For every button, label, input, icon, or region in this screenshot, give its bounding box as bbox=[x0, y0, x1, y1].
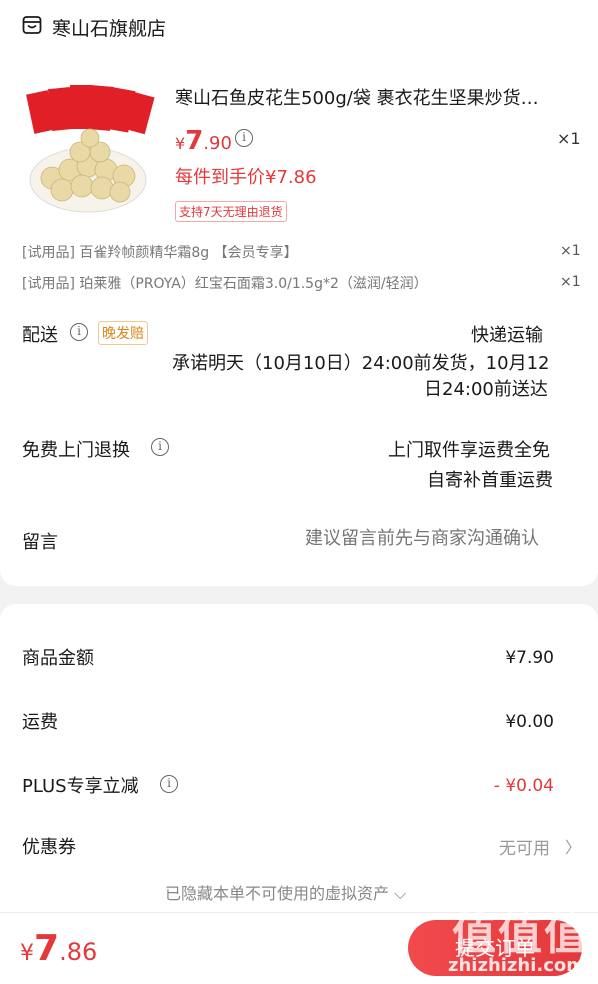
return-policy-badge: 支持7天无理由退货 bbox=[175, 201, 287, 222]
shop-name[interactable]: 寒山石旗舰店 bbox=[52, 14, 166, 41]
watermark-logo: 值值值 bbox=[452, 909, 590, 960]
plus-info-icon[interactable]: i bbox=[160, 775, 178, 793]
shipping-info-icon[interactable]: i bbox=[70, 323, 88, 341]
price-integer: 7 bbox=[185, 126, 204, 156]
total-integer: 7 bbox=[34, 928, 60, 969]
price-decimal: .90 bbox=[203, 133, 232, 154]
product-image[interactable] bbox=[22, 80, 158, 220]
shipping-method[interactable]: 快递运输 bbox=[471, 321, 543, 347]
shipping-promise-cont: 日24:00前送达 bbox=[424, 379, 548, 400]
store-icon bbox=[22, 16, 42, 34]
coupon-label: 优惠券 bbox=[22, 837, 76, 858]
trial-quantity: ×1 bbox=[560, 243, 581, 259]
message-input[interactable] bbox=[305, 528, 565, 549]
plus-discount-value: - ¥0.04 bbox=[493, 776, 554, 796]
product-quantity: ×1 bbox=[557, 129, 581, 148]
hidden-assets-toggle[interactable]: 已隐藏本单不可使用的虚拟资产 ⌵ bbox=[165, 880, 406, 904]
price-info-icon[interactable]: i bbox=[235, 129, 253, 147]
free-return-label: 免费上门退换 bbox=[22, 440, 130, 461]
message-label: 留言 bbox=[22, 532, 58, 553]
freight-value: ¥0.00 bbox=[505, 712, 554, 732]
trial-quantity: ×1 bbox=[560, 274, 581, 290]
product-title[interactable]: 寒山石鱼皮花生500g/袋 裹衣花生坚果炒货… bbox=[175, 84, 575, 110]
return-self-ship-text: 自寄补首重运费 bbox=[427, 470, 553, 491]
price-currency: ¥ bbox=[175, 134, 186, 153]
total-price: ¥7.86 bbox=[20, 928, 97, 969]
trial-item[interactable]: [试用品] 珀莱雅（PROYA）红宝石面霜3.0/1.5g*2（滋润/轻润） bbox=[22, 273, 428, 293]
late-delivery-badge[interactable]: 晚发赔 bbox=[98, 321, 148, 345]
shipping-promise: 承诺明天（10月10日）24:00前发货，10月12 bbox=[172, 353, 550, 374]
final-price: 每件到手价¥7.86 bbox=[175, 167, 317, 188]
return-pickup-text: 上门取件享运费全免 bbox=[388, 440, 550, 461]
goods-amount-label: 商品金额 bbox=[22, 648, 94, 669]
total-currency: ¥ bbox=[20, 941, 34, 966]
watermark-url: zhizhizhi.com bbox=[448, 955, 586, 976]
freight-label: 运费 bbox=[22, 712, 58, 733]
coupon-value[interactable]: 无可用 bbox=[499, 834, 550, 859]
total-decimal: .86 bbox=[59, 938, 98, 966]
goods-amount-value: ¥7.90 bbox=[505, 648, 554, 668]
chevron-right-icon[interactable]: 〉 bbox=[565, 834, 581, 858]
shipping-label: 配送 bbox=[22, 325, 58, 346]
trial-item[interactable]: [试用品] 百雀羚帧颜精华霜8g 【会员专享】 bbox=[22, 242, 298, 262]
plus-discount-label: PLUS专享立减 bbox=[22, 776, 139, 797]
product-price: ¥7.90 bbox=[175, 126, 232, 156]
return-info-icon[interactable]: i bbox=[151, 438, 169, 456]
